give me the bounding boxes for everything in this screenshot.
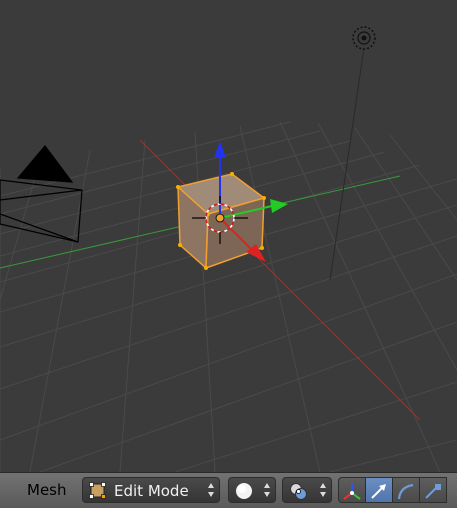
rotate-manipulator-button[interactable] — [392, 477, 420, 503]
blender-window: Mesh Edit Mode — [0, 0, 457, 508]
z-arrow-handle[interactable] — [214, 141, 226, 158]
up-down-arrows-icon — [264, 483, 270, 497]
manipulator-axes-icon — [343, 483, 361, 500]
pivot-point-dropdown[interactable] — [282, 477, 332, 503]
translate-manipulator-button[interactable] — [365, 477, 393, 503]
mode-dropdown-value: Edit Mode — [114, 482, 189, 500]
mesh-menu[interactable]: Mesh — [27, 481, 67, 499]
solid-sphere-icon — [236, 483, 252, 499]
camera-object[interactable] — [0, 145, 83, 243]
mode-dropdown[interactable]: Edit Mode — [82, 477, 220, 503]
up-down-arrows-icon — [208, 483, 214, 497]
translate-arrow-icon — [371, 484, 386, 499]
viewport-header: Mesh Edit Mode — [0, 472, 457, 508]
viewport-shading-dropdown[interactable] — [228, 477, 276, 503]
x-axis-line — [139, 139, 421, 421]
y-arrow-handle[interactable] — [270, 199, 288, 213]
manipulator-toggle-button[interactable] — [338, 477, 366, 503]
scale-manipulator-button[interactable] — [419, 477, 447, 503]
pivot-point-icon — [290, 483, 307, 500]
viewport-canvas[interactable] — [0, 0, 457, 472]
rotate-arc-icon — [397, 483, 414, 500]
edit-mode-icon — [89, 482, 106, 499]
scale-icon — [425, 484, 441, 499]
manipulator-toolbar — [338, 477, 457, 503]
3d-viewport[interactable] — [0, 0, 457, 472]
up-down-arrows-icon — [320, 483, 326, 497]
